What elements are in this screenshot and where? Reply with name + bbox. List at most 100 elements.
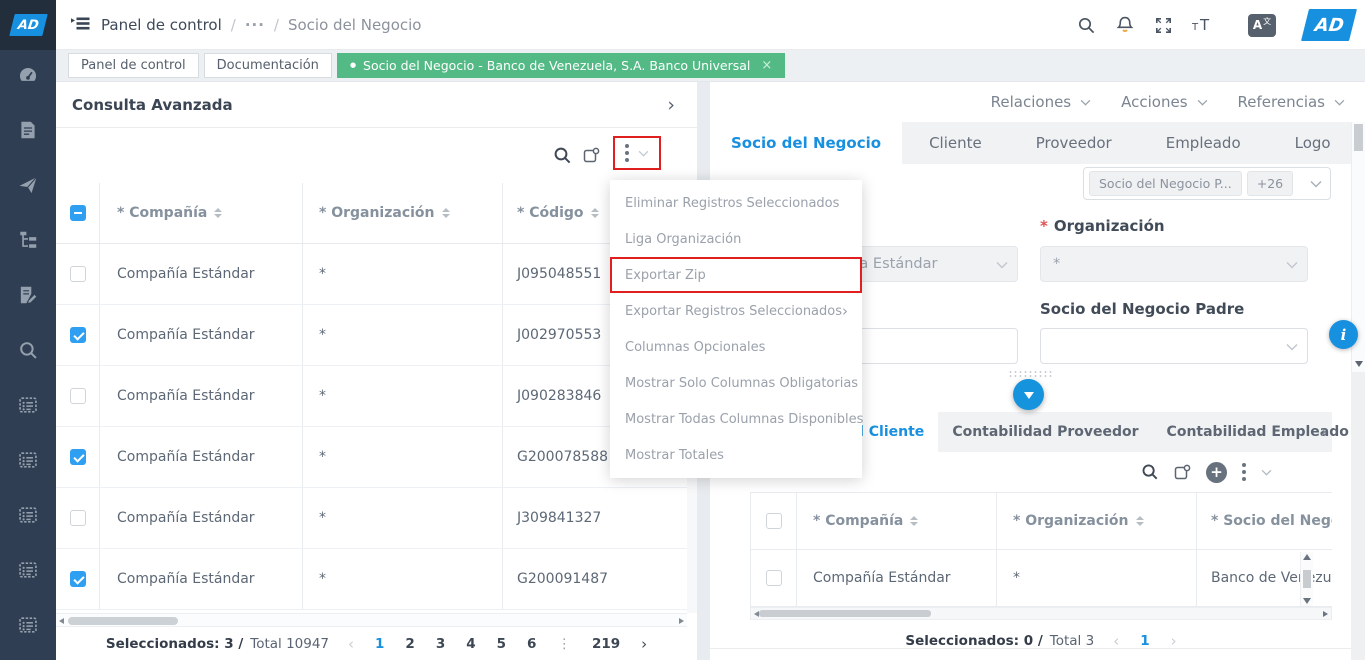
new-record-icon[interactable] — [583, 147, 600, 164]
field-chip[interactable]: Socio del Negocio P... — [1089, 171, 1242, 196]
subtab-contabilidad-proveedor[interactable]: Contabilidad Proveedor — [938, 412, 1152, 452]
select-all-checkbox[interactable] — [70, 205, 86, 221]
toggle-sidebar-icon[interactable] — [71, 15, 91, 33]
sort-icon[interactable] — [910, 516, 918, 526]
table-row[interactable]: Compañía Estándar * J090283846 — [56, 366, 687, 427]
menu-item-columnas-disponibles[interactable]: Mostrar Todas Columnas Disponibles — [610, 401, 862, 437]
document-edit-icon[interactable] — [16, 283, 40, 307]
document-icon[interactable] — [16, 118, 40, 142]
sort-icon[interactable] — [591, 208, 599, 218]
scroll-right-icon[interactable] — [1323, 611, 1328, 617]
menu-acciones[interactable]: Acciones — [1121, 93, 1207, 111]
scroll-right-icon[interactable] — [679, 618, 684, 624]
workflow-tree-icon[interactable] — [16, 228, 40, 252]
window-tab-dashboard[interactable]: Panel de control — [68, 53, 199, 78]
page-next-icon[interactable]: › — [641, 635, 647, 653]
dashboard-icon[interactable] — [16, 63, 40, 87]
menu-item-mostrar-totales[interactable]: Mostrar Totales — [610, 437, 862, 473]
tab-logo[interactable]: Logo — [1268, 122, 1358, 164]
select-all-checkbox[interactable] — [766, 513, 782, 529]
more-tabs-icon[interactable]: › — [1320, 412, 1327, 452]
menu-item-liga-organizacion[interactable]: Liga Organización — [610, 221, 862, 257]
menu-item-exportar-registros[interactable]: Exportar Registros Seleccionados› — [610, 293, 862, 329]
menu-relaciones[interactable]: Relaciones — [991, 93, 1091, 111]
advanced-search-header[interactable]: Consulta Avanzada › — [56, 82, 697, 128]
chevron-down-icon[interactable] — [1261, 469, 1272, 476]
window-table-icon[interactable] — [16, 613, 40, 637]
table-row[interactable]: Compañía Estándar * J095048551 — [56, 244, 687, 305]
scroll-down-icon[interactable] — [1355, 361, 1363, 367]
search-icon[interactable] — [1077, 16, 1096, 35]
page-number[interactable]: 219 — [592, 636, 620, 652]
table-row[interactable]: Compañía Estándar * J002970553 — [56, 305, 687, 366]
menu-item-eliminar-registros[interactable]: Eliminar Registros Seleccionados — [610, 185, 862, 221]
add-row-icon[interactable]: + — [1206, 462, 1227, 483]
notifications-bell-icon[interactable] — [1115, 15, 1135, 35]
page-prev-icon[interactable]: ‹ — [348, 635, 354, 653]
horizontal-scrollbar[interactable] — [56, 613, 687, 627]
breadcrumb-item-home[interactable]: Panel de control — [101, 16, 222, 34]
tab-socio-del-negocio[interactable]: Socio del Negocio — [710, 122, 902, 164]
window-table-icon[interactable] — [16, 448, 40, 472]
collapse-form-button[interactable] — [1013, 379, 1044, 410]
field-group-select[interactable]: Socio del Negocio P... +26 — [1083, 167, 1331, 200]
window-tab-active-socio[interactable]: ● Socio del Negocio - Banco de Venezuela… — [337, 53, 785, 78]
send-icon[interactable] — [16, 173, 40, 197]
menu-item-columnas-opcionales[interactable]: Columnas Opcionales — [610, 329, 862, 365]
table-row[interactable]: Compañía Estándar * Banco de Venezuela, … — [751, 550, 1332, 607]
grid-header-cell[interactable]: * Organización — [303, 183, 503, 243]
page-ellipsis[interactable]: ⋮ — [557, 636, 571, 652]
font-size-icon[interactable]: TT — [1192, 16, 1215, 34]
scroll-left-icon[interactable] — [59, 618, 64, 624]
chevron-down-icon[interactable] — [638, 150, 649, 157]
scrollbar-thumb[interactable] — [68, 617, 178, 625]
expand-panel-icon[interactable]: › — [667, 94, 675, 116]
info-button[interactable]: i — [1329, 320, 1358, 349]
subtab-contabilidad-empleado[interactable]: Contabilidad Empleado — [1153, 412, 1363, 452]
page-number[interactable]: 3 — [436, 636, 445, 652]
window-tab-docs[interactable]: Documentación — [204, 53, 332, 78]
row-checkbox[interactable] — [70, 510, 86, 526]
grid-header-cell[interactable]: * Compañía — [797, 493, 997, 549]
table-row[interactable]: Compañía Estándar * G200078588 — [56, 427, 687, 488]
translate-icon[interactable]: A 文 — [1248, 14, 1276, 37]
user-brand-logo[interactable]: AD — [1301, 9, 1357, 41]
scrollbar-thumb[interactable] — [1303, 570, 1311, 588]
table-row[interactable]: Compañía Estándar * G200091487 — [56, 549, 687, 610]
grid-header-cell[interactable]: * Socio del Negocio — [1197, 493, 1332, 549]
sort-icon[interactable] — [214, 208, 222, 218]
parent-partner-select[interactable] — [1040, 328, 1308, 364]
scrollbar-thumb[interactable] — [1354, 124, 1363, 151]
tab-cliente[interactable]: Cliente — [902, 122, 1009, 164]
field-count-chip[interactable]: +26 — [1247, 171, 1293, 196]
sort-icon[interactable] — [1136, 516, 1144, 526]
drag-handle-icon[interactable] — [1008, 370, 1054, 378]
row-checkbox[interactable] — [70, 449, 86, 465]
fullscreen-icon[interactable] — [1154, 16, 1173, 35]
breadcrumb-ellipsis[interactable]: ··· — [245, 16, 265, 34]
kebab-menu-icon[interactable] — [1242, 463, 1246, 481]
search-menu-icon[interactable] — [16, 338, 40, 362]
row-checkbox[interactable] — [70, 571, 86, 587]
page-number[interactable]: 4 — [466, 636, 475, 652]
app-logo-box[interactable]: AD — [0, 0, 56, 50]
page-number[interactable]: 1 — [375, 636, 384, 652]
scrollbar-thumb[interactable] — [759, 610, 931, 617]
search-icon[interactable] — [553, 146, 572, 165]
row-checkbox[interactable] — [70, 388, 86, 404]
row-checkbox[interactable] — [70, 266, 86, 282]
page-number[interactable]: 5 — [497, 636, 506, 652]
row-checkbox[interactable] — [766, 570, 782, 586]
grid-header-cell[interactable]: * Organización — [997, 493, 1197, 549]
menu-item-exportar-zip[interactable]: Exportar Zip — [610, 257, 862, 293]
page-next-icon[interactable]: › — [1171, 632, 1177, 650]
row-checkbox[interactable] — [70, 327, 86, 343]
table-row[interactable]: Compañía Estándar * J309841327 — [56, 488, 687, 549]
tab-empleado[interactable]: Empleado — [1139, 122, 1268, 164]
new-record-icon[interactable] — [1174, 464, 1191, 481]
sort-icon[interactable] — [442, 208, 450, 218]
vertical-scrollbar[interactable] — [1300, 552, 1313, 606]
search-icon[interactable] — [1141, 463, 1159, 481]
page-number[interactable]: 2 — [405, 636, 414, 652]
page-number[interactable]: 6 — [527, 636, 536, 652]
